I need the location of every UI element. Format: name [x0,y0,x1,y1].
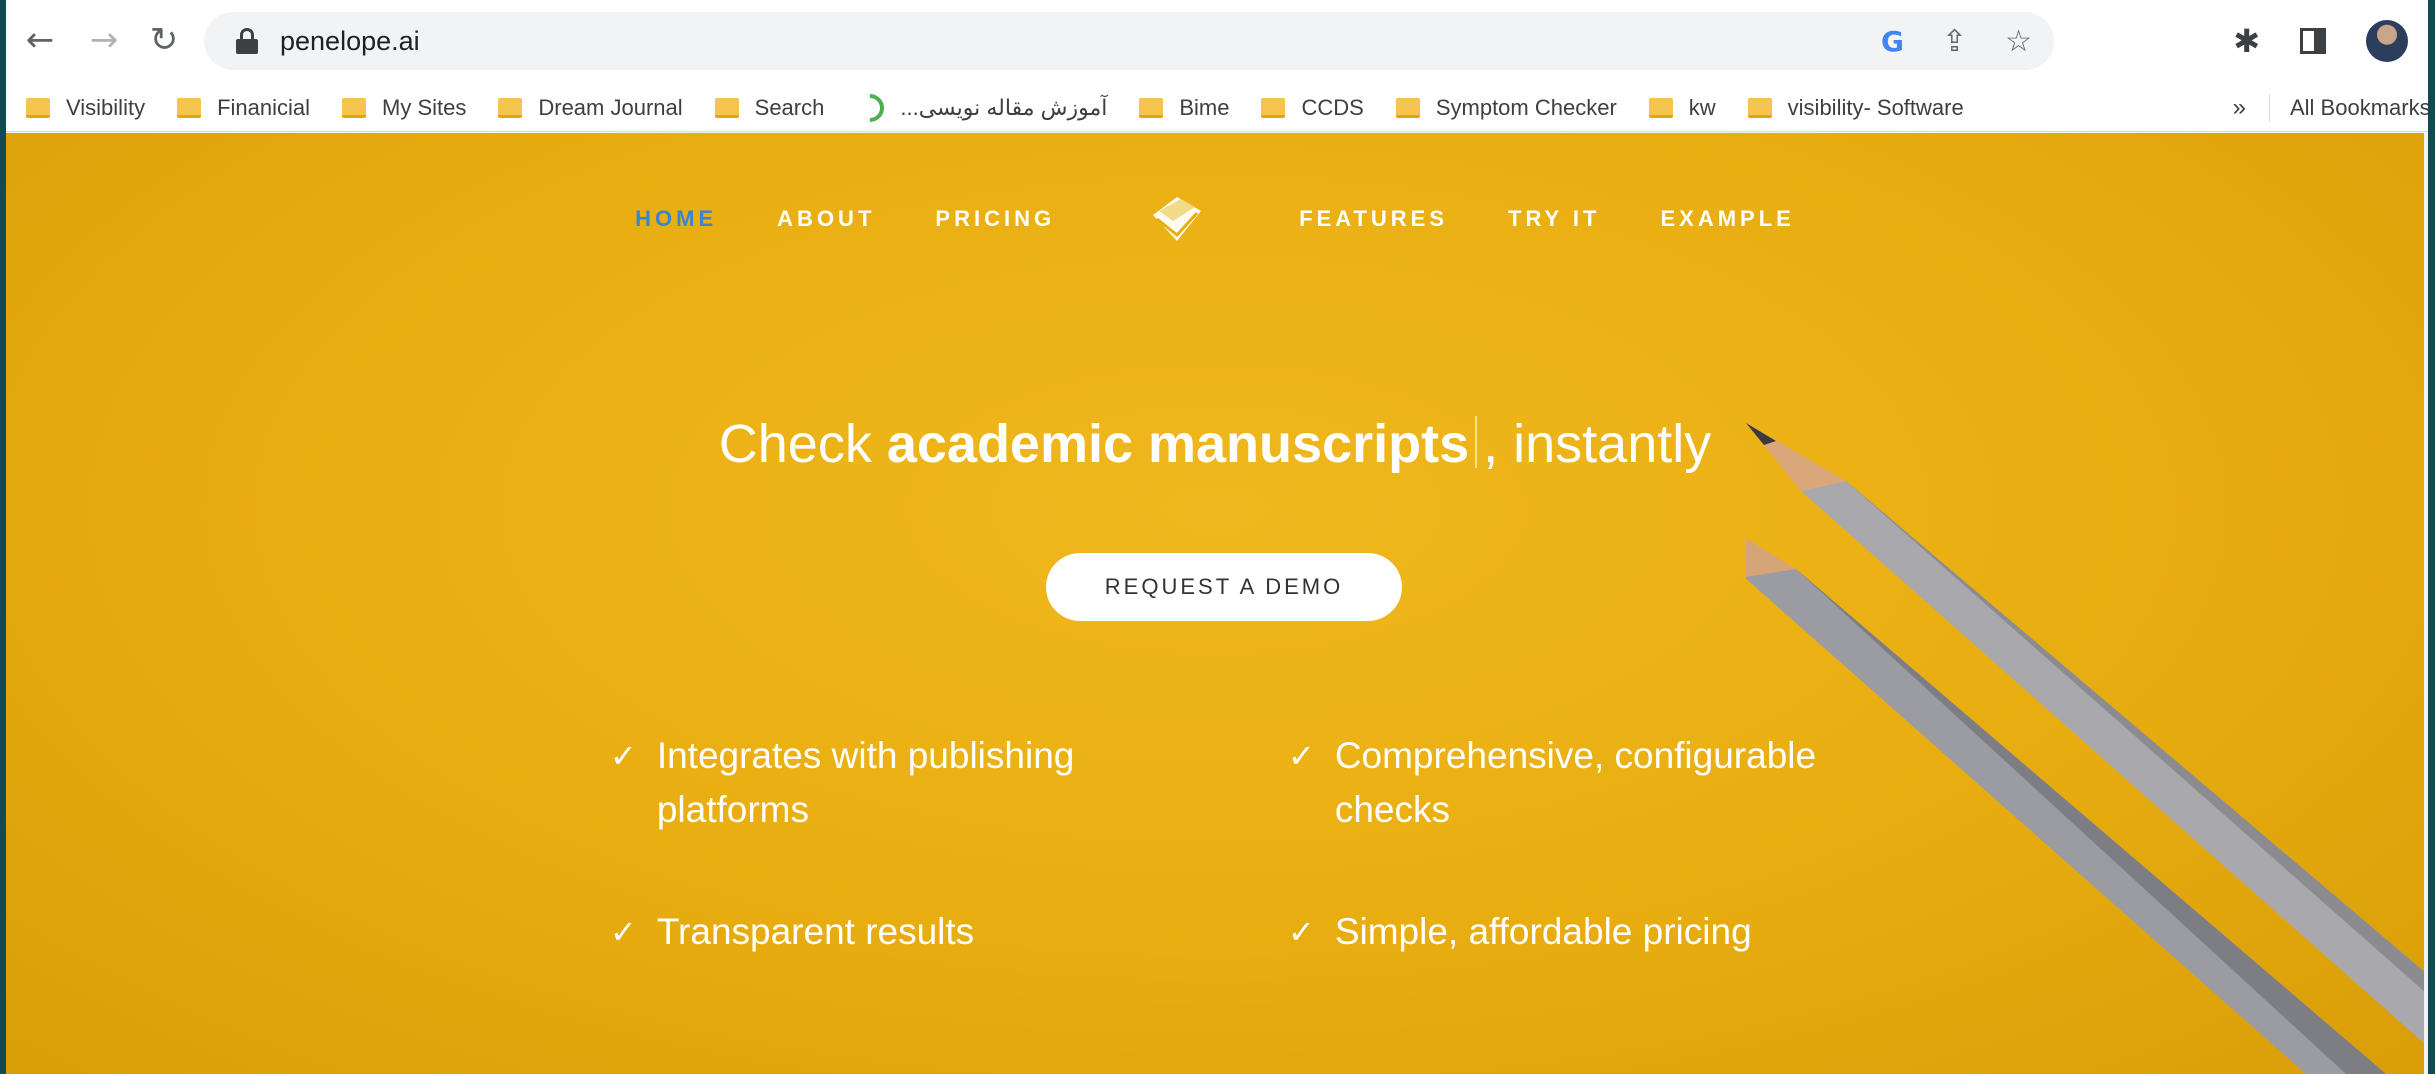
bookmark-item[interactable]: kw [1648,95,1716,121]
nav-about[interactable]: ABOUT [777,206,875,232]
nav-example[interactable]: EXAMPLE [1660,206,1794,232]
bookmarks-bar: Visibility Finanicial My Sites Dream Jou… [6,84,2428,132]
feature-item: ✓ Simple, affordable pricing [1288,905,1808,959]
feature-item: ✓ Comprehensive, configurable checks [1288,729,1888,837]
bookmark-item[interactable]: Symptom Checker [1395,95,1617,121]
forward-icon[interactable]: → [82,18,126,62]
bookmarks-divider [2269,94,2270,122]
reload-icon[interactable]: ↻ [142,18,186,62]
all-bookmarks-button[interactable]: All Bookmarks [2274,84,2428,131]
url-text[interactable]: penelope.ai [280,26,420,57]
browser-window: ← → ↻ penelope.ai G ⇪ ☆ ✱ Visibility Fin… [6,0,2428,1074]
folder-icon [26,97,50,118]
extensions-icon[interactable]: ✱ [2233,22,2260,60]
penelope-logo-icon[interactable] [1147,189,1207,249]
hero-section: HOME ABOUT PRICING FEATURES TRY IT EXAMP… [6,133,2424,1074]
folder-icon [1395,97,1420,118]
check-icon: ✓ [1288,913,1315,951]
folder-icon [177,97,202,118]
hero-title-lead: Check [718,414,887,474]
bookmark-item[interactable]: Finanicial [177,95,310,121]
nav-home[interactable]: HOME [635,206,717,232]
address-bar[interactable]: penelope.ai G ⇪ ☆ [204,12,2054,70]
feed-icon [850,87,891,128]
folder-icon [498,97,523,118]
check-icon: ✓ [1288,737,1315,775]
bookmark-item[interactable]: visibility- Software [1747,95,1964,121]
bookmark-item[interactable]: Visibility [26,95,145,121]
folder-icon [342,97,366,118]
site-nav: HOME ABOUT PRICING FEATURES TRY IT EXAMP… [6,189,2424,249]
folder-icon [1261,97,1286,118]
bookmark-item[interactable]: Search [714,95,824,121]
hero-title: Check academic manuscripts, instantly [6,413,2424,475]
typing-cursor [1475,416,1478,468]
folder-icon [714,97,739,118]
google-icon[interactable]: G [1881,25,1904,58]
star-icon[interactable]: ☆ [2005,24,2032,59]
hero-title-tail: , instantly [1483,414,1712,474]
more-bookmarks-button[interactable]: » [2233,84,2246,131]
bookmark-item[interactable]: My Sites [342,95,466,121]
check-icon: ✓ [610,737,637,775]
folder-icon [1747,97,1772,118]
bookmark-item[interactable]: Bime [1139,95,1229,121]
bookmark-item[interactable]: آموزش مقاله نویسی... [850,87,1107,128]
folder-icon [1648,97,1673,118]
profile-avatar[interactable] [2366,20,2408,62]
browser-toolbar: ← → ↻ penelope.ai G ⇪ ☆ ✱ [6,0,2428,84]
lock-icon[interactable] [236,28,258,54]
feature-item: ✓ Transparent results [610,905,1130,959]
side-panel-icon[interactable] [2300,28,2326,54]
share-icon[interactable]: ⇪ [1942,24,1967,59]
folder-icon [1139,97,1164,118]
nav-features[interactable]: FEATURES [1299,206,1448,232]
back-icon[interactable]: ← [18,18,62,62]
hero-title-bold: academic manuscripts [886,414,1470,474]
bookmark-item[interactable]: Dream Journal [498,95,683,121]
feature-item: ✓ Integrates with publishing platforms [610,729,1130,837]
check-icon: ✓ [610,913,637,951]
nav-pricing[interactable]: PRICING [935,206,1055,232]
bookmark-item[interactable]: CCDS [1261,95,1364,121]
nav-try-it[interactable]: TRY IT [1508,206,1600,232]
request-demo-button[interactable]: REQUEST A DEMO [1046,553,1402,621]
